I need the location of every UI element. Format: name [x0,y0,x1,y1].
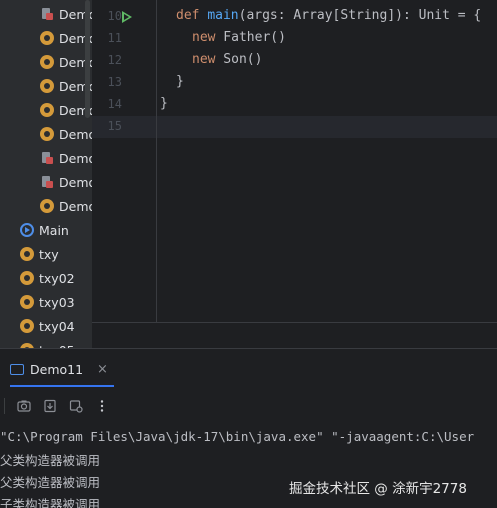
line-number: 14 [107,97,122,111]
line-number: 15 [107,119,122,133]
console-icon [10,363,24,375]
console-line: 父类构造器被调用 [0,453,101,468]
toolbar-separator [4,398,5,414]
code-keyword: new [192,52,216,67]
object-icon [20,271,34,285]
object-icon [20,319,34,333]
code-function-name: main [207,8,239,23]
line-number: 11 [107,31,122,45]
tree-item[interactable]: txy04 [20,314,75,338]
scala-file-icon [40,7,54,21]
tree-item[interactable]: Demo [40,170,92,194]
scala-file-icon [40,151,54,165]
editor-divider [92,322,497,323]
object-icon [40,79,54,93]
code-line-14: } [160,96,168,111]
code-text: Son() [215,52,263,67]
tree-scrollbar[interactable] [85,0,90,118]
tree-item[interactable]: txy03 [20,290,75,314]
code-text: (args: Array[String]): Unit = { [238,8,482,23]
project-tree-panel: DemoDemoDemoDemoDemoDemoDemoDemoDemoMain… [0,0,92,348]
code-text: Father() [215,30,286,45]
object-icon [40,103,54,117]
code-editor[interactable]: 10 11 12 13 14 15 def main(args: Array[S… [92,0,497,348]
tree-item-label: Demo [59,150,92,166]
code-keyword: def [176,8,200,23]
console-line: 父类构造器被调用 [0,475,101,490]
tree-item[interactable]: txy05 [20,338,75,348]
tree-item[interactable]: Demo [40,146,92,170]
tree-item-label: Demo [59,126,92,142]
tree-item-label: Demo [59,198,92,214]
tree-item[interactable]: Main [20,218,69,242]
tree-item-label: Main [39,222,69,238]
console-line: "C:\Program Files\Java\jdk-17\bin\java.e… [0,429,475,444]
line-number: 12 [107,53,122,67]
run-tab-label: Demo11 [30,361,84,377]
code-keyword: new [192,30,216,45]
tree-item-label: txy02 [39,270,75,286]
run-toolbar [0,395,109,417]
current-line-highlight [92,116,497,138]
object-icon [40,55,54,69]
watermark: 掘金技术社区 @ 涂新宇2778 [289,481,467,497]
tree-item[interactable]: txy02 [20,266,75,290]
settings-icon[interactable] [69,399,83,413]
more-options-icon[interactable] [95,399,109,413]
line-number: 10 [107,9,122,23]
tree-item[interactable]: Demo [40,122,92,146]
run-tab[interactable]: Demo11 × [10,355,108,383]
object-icon [20,295,34,309]
indent-guide [156,0,157,322]
run-tool-window: Demo11 × "C:\Program Files\Java\jdk-17\b… [0,348,497,508]
tree-item-label: txy03 [39,294,75,310]
console-line: 子类构造器被调用 [0,497,101,508]
code-line-10: def main(args: Array[String]): Unit = { [176,8,481,23]
close-icon[interactable]: × [97,362,108,377]
tree-item[interactable]: txy [20,242,59,266]
main-object-icon [20,223,34,237]
line-number: 13 [107,75,122,89]
tree-item[interactable]: Demo [40,194,92,218]
tree-item-label: Demo [59,174,92,190]
tree-item-label: txy04 [39,318,75,334]
object-icon [40,199,54,213]
object-icon [20,247,34,261]
run-gutter-icon[interactable] [122,11,132,23]
tree-item-label: txy [39,246,59,262]
code-line-13: } [176,74,184,89]
code-line-11: new Father() [192,30,286,45]
import-icon[interactable] [43,399,57,413]
code-line-12: new Son() [192,52,262,67]
camera-icon[interactable] [17,399,31,413]
object-icon [40,127,54,141]
scala-file-icon [40,175,54,189]
active-tab-indicator [10,385,114,387]
object-icon [40,31,54,45]
